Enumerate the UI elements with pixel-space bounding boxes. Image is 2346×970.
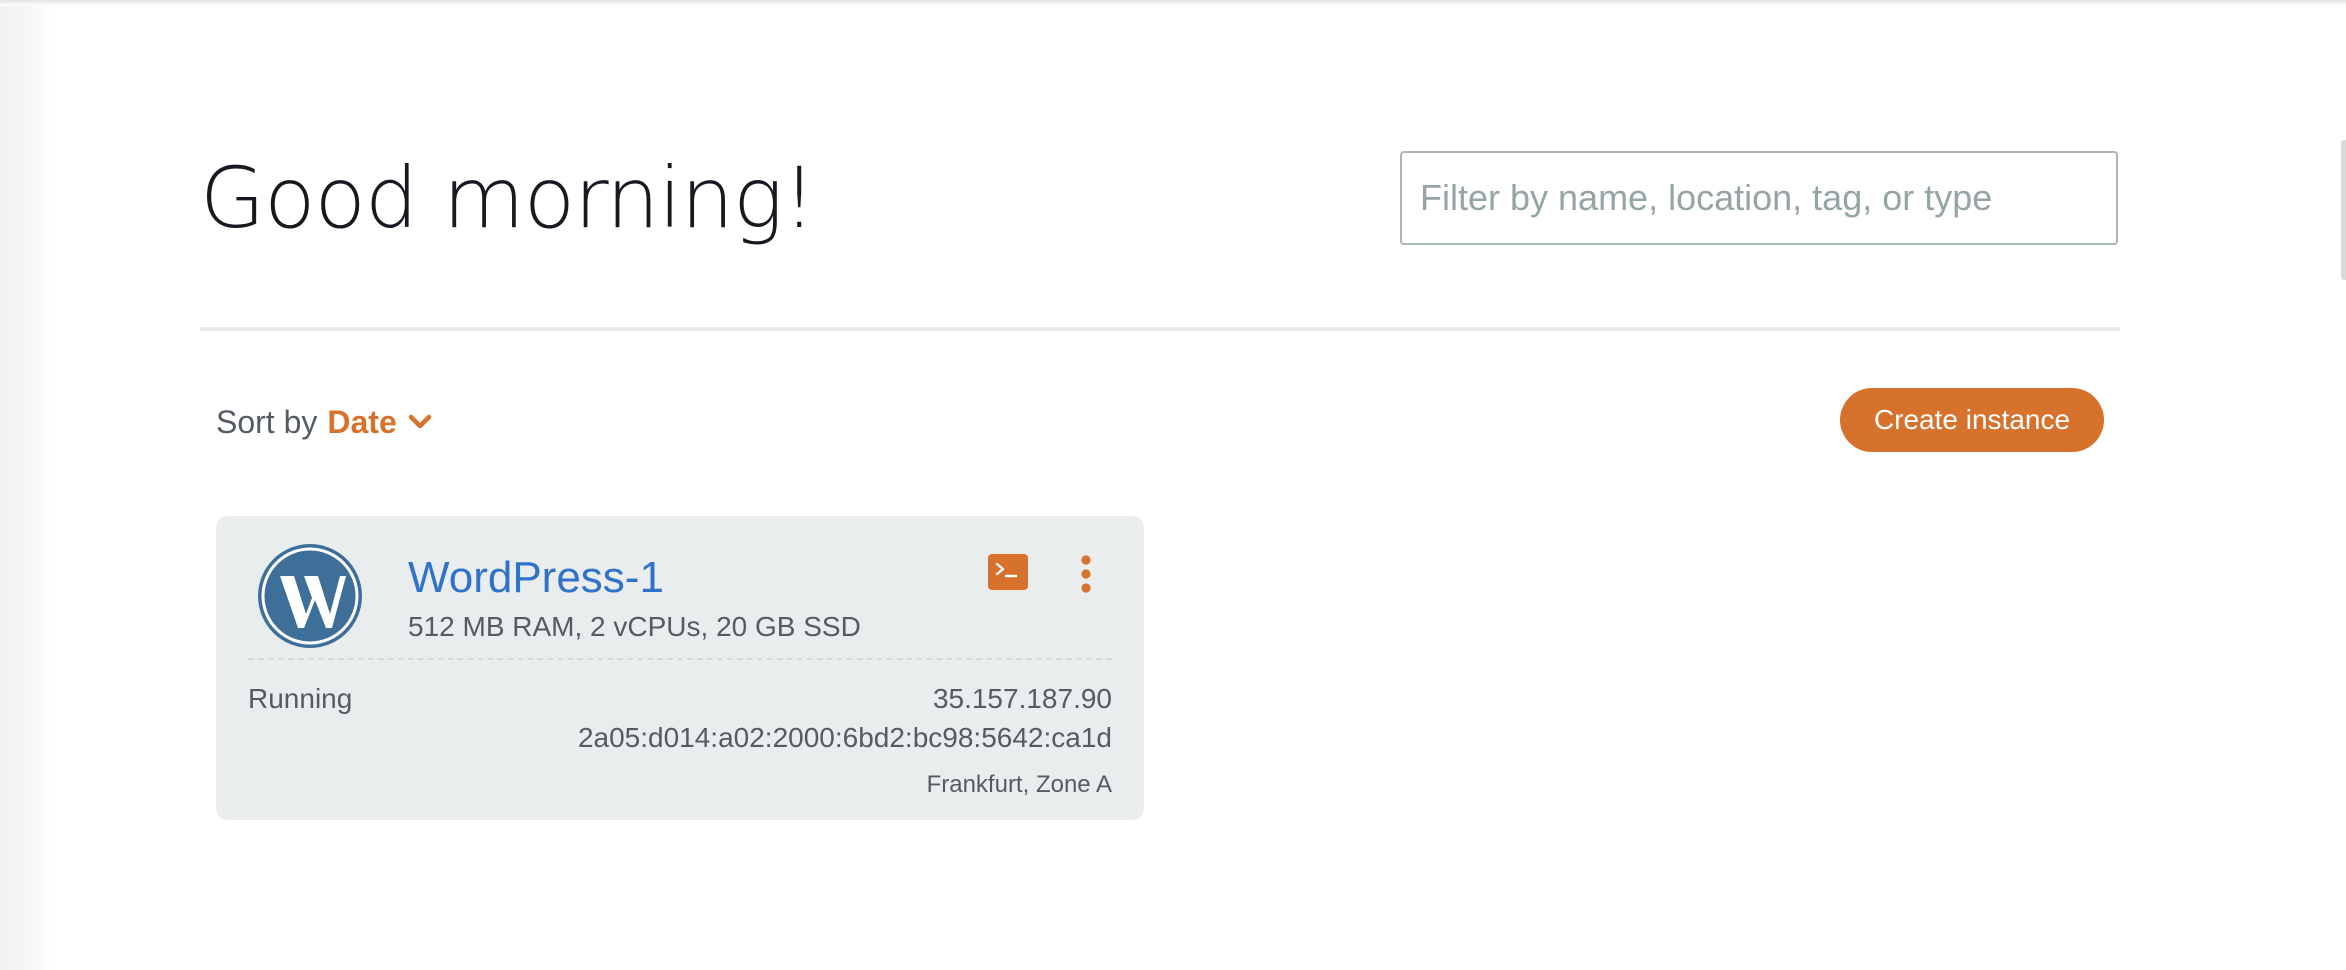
instance-ipv4: 35.157.187.90 — [932, 683, 1112, 714]
sort-label: Sort by — [216, 403, 318, 440]
instance-location: Frankfurt, Zone A — [926, 771, 1112, 798]
card-divider — [248, 658, 1112, 660]
page-greeting: Good morning! — [200, 149, 816, 247]
left-panel-shadow — [0, 0, 56, 970]
terminal-icon[interactable] — [988, 554, 1028, 590]
instance-ipv6: 2a05:d014:a02:2000:6bd2:bc98:5642:ca1d — [577, 722, 1112, 753]
chevron-down-icon[interactable] — [407, 409, 433, 435]
sort-dropdown[interactable]: Sort by Date — [216, 398, 433, 446]
header-divider — [200, 327, 2120, 331]
filter-input[interactable] — [1400, 151, 2118, 245]
top-bar-shadow — [0, 0, 2346, 6]
instance-name-link[interactable]: WordPress-1 — [408, 552, 664, 604]
instance-card: WordPress-1 512 MB RAM, 2 vCPUs, 20 GB S… — [216, 516, 1144, 820]
sort-value[interactable]: Date — [327, 404, 396, 441]
instance-status: Running — [248, 683, 353, 714]
page: Good morning! Sort by Date Create instan… — [0, 0, 2346, 970]
instance-spec: 512 MB RAM, 2 vCPUs, 20 GB SSD — [408, 611, 861, 642]
wordpress-icon — [256, 542, 364, 650]
right-panel-edge[interactable] — [2341, 140, 2346, 280]
more-options-icon[interactable] — [1078, 554, 1094, 594]
create-instance-button[interactable]: Create instance — [1840, 388, 2104, 452]
